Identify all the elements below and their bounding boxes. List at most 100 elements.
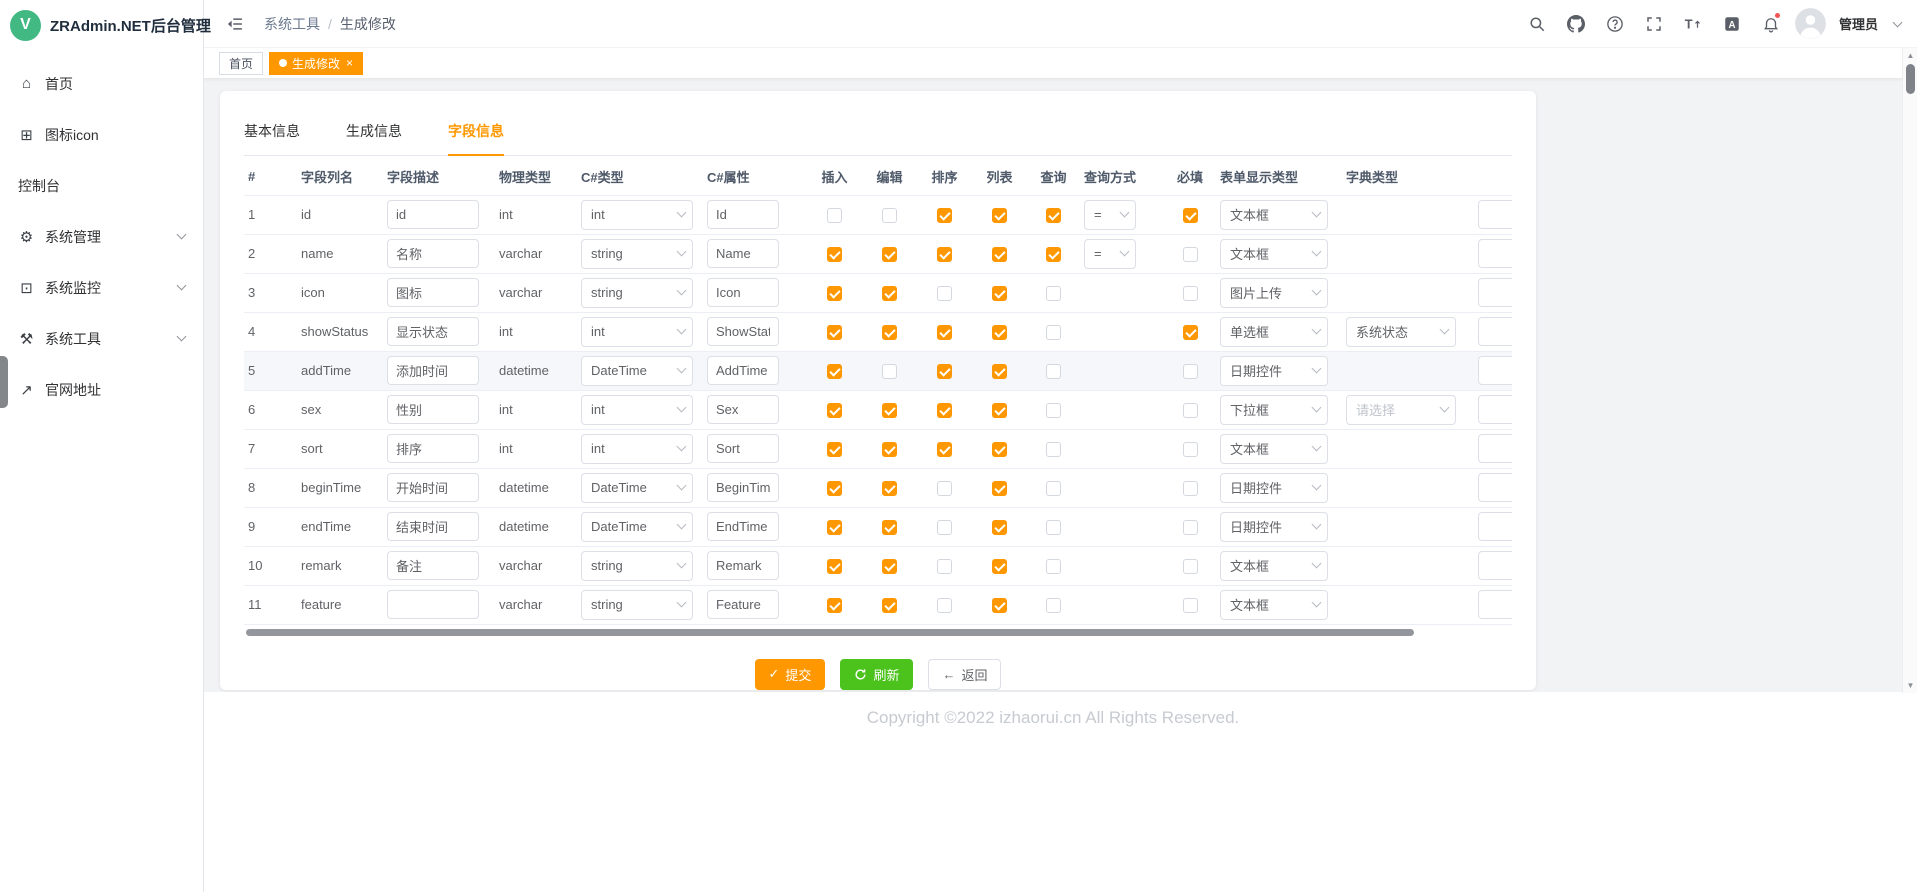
list-checkbox[interactable] — [992, 247, 1007, 262]
description-input[interactable] — [387, 239, 479, 268]
insert-checkbox[interactable] — [827, 247, 842, 262]
insert-checkbox[interactable] — [827, 208, 842, 223]
display-type-select[interactable]: 单选框 — [1220, 317, 1328, 347]
sort-checkbox[interactable] — [937, 559, 952, 574]
close-icon[interactable]: × — [346, 57, 353, 69]
required-checkbox[interactable] — [1183, 559, 1198, 574]
csharp-type-select[interactable]: string — [581, 278, 693, 308]
insert-checkbox[interactable] — [827, 559, 842, 574]
description-input[interactable] — [387, 434, 479, 463]
extra-input[interactable] — [1478, 239, 1512, 268]
description-input[interactable] — [387, 512, 479, 541]
description-input[interactable] — [387, 590, 479, 619]
extra-input[interactable] — [1478, 317, 1512, 346]
csharp-property-input[interactable] — [707, 473, 779, 502]
csharp-type-select[interactable]: int — [581, 434, 693, 464]
extra-input[interactable] — [1478, 356, 1512, 385]
extra-input[interactable] — [1478, 512, 1512, 541]
edit-checkbox[interactable] — [882, 520, 897, 535]
list-checkbox[interactable] — [992, 559, 1007, 574]
edit-checkbox[interactable] — [882, 481, 897, 496]
required-checkbox[interactable] — [1183, 364, 1198, 379]
list-checkbox[interactable] — [992, 520, 1007, 535]
display-type-select[interactable]: 下拉框 — [1220, 395, 1328, 425]
extra-input[interactable] — [1478, 551, 1512, 580]
csharp-property-input[interactable] — [707, 356, 779, 385]
extra-input[interactable] — [1478, 473, 1512, 502]
edit-checkbox[interactable] — [882, 325, 897, 340]
extra-input[interactable] — [1478, 590, 1512, 619]
refresh-button[interactable]: 刷新 — [840, 659, 913, 690]
display-type-select[interactable]: 文本框 — [1220, 551, 1328, 581]
bell-icon[interactable] — [1756, 9, 1786, 39]
vertical-scrollbar[interactable]: ▲ ▼ — [1902, 48, 1917, 693]
display-type-select[interactable]: 图片上传 — [1220, 278, 1328, 308]
edit-checkbox[interactable] — [882, 208, 897, 223]
edit-checkbox[interactable] — [882, 286, 897, 301]
required-checkbox[interactable] — [1183, 520, 1198, 535]
sidebar-item-system-monitor[interactable]: ⊡系统监控 — [0, 262, 203, 313]
csharp-property-input[interactable] — [707, 200, 779, 229]
display-type-select[interactable]: 文本框 — [1220, 239, 1328, 269]
query-checkbox[interactable] — [1046, 520, 1061, 535]
sidebar-item-icons[interactable]: ⊞图标icon — [0, 109, 203, 160]
sort-checkbox[interactable] — [937, 520, 952, 535]
horizontal-scrollbar-thumb[interactable] — [246, 629, 1414, 636]
tab-basic-info[interactable]: 基本信息 — [244, 117, 300, 155]
insert-checkbox[interactable] — [827, 364, 842, 379]
sort-checkbox[interactable] — [937, 325, 952, 340]
required-checkbox[interactable] — [1183, 208, 1198, 223]
required-checkbox[interactable] — [1183, 286, 1198, 301]
dict-type-select[interactable]: 请选择 — [1346, 395, 1456, 425]
sidebar-item-console[interactable]: 控制台 — [0, 160, 203, 211]
required-checkbox[interactable] — [1183, 325, 1198, 340]
list-checkbox[interactable] — [992, 325, 1007, 340]
display-type-select[interactable]: 文本框 — [1220, 590, 1328, 620]
csharp-type-select[interactable]: int — [581, 200, 693, 230]
csharp-type-select[interactable]: DateTime — [581, 356, 693, 386]
edit-checkbox[interactable] — [882, 598, 897, 613]
menu-fold-icon[interactable] — [220, 9, 250, 39]
csharp-property-input[interactable] — [707, 590, 779, 619]
description-input[interactable] — [387, 395, 479, 424]
csharp-property-input[interactable] — [707, 434, 779, 463]
sidebar-scrollbar-thumb[interactable] — [0, 356, 8, 408]
insert-checkbox[interactable] — [827, 520, 842, 535]
required-checkbox[interactable] — [1183, 481, 1198, 496]
font-size-icon[interactable]: T — [1678, 9, 1708, 39]
submit-button[interactable]: ✓ 提交 — [755, 659, 826, 690]
query-checkbox[interactable] — [1046, 403, 1061, 418]
csharp-type-select[interactable]: DateTime — [581, 512, 693, 542]
insert-checkbox[interactable] — [827, 403, 842, 418]
vertical-scrollbar-thumb[interactable] — [1906, 64, 1915, 94]
edit-checkbox[interactable] — [882, 442, 897, 457]
sidebar-item-official-site[interactable]: ↗官网地址 — [0, 364, 203, 415]
list-checkbox[interactable] — [992, 403, 1007, 418]
insert-checkbox[interactable] — [827, 286, 842, 301]
sidebar-item-system-management[interactable]: ⚙系统管理 — [0, 211, 203, 262]
query-mode-select[interactable]: = — [1084, 239, 1136, 269]
chevron-down-icon[interactable] — [1893, 17, 1903, 27]
fullscreen-icon[interactable] — [1639, 9, 1669, 39]
back-button[interactable]: ← 返回 — [928, 659, 1001, 690]
breadcrumb-item[interactable]: 系统工具 — [264, 14, 320, 34]
description-input[interactable] — [387, 278, 479, 307]
extra-input[interactable] — [1478, 434, 1512, 463]
sort-checkbox[interactable] — [937, 286, 952, 301]
query-checkbox[interactable] — [1046, 208, 1061, 223]
tag-home[interactable]: 首页 — [219, 52, 263, 75]
csharp-property-input[interactable] — [707, 278, 779, 307]
list-checkbox[interactable] — [992, 364, 1007, 379]
language-icon[interactable]: A — [1717, 9, 1747, 39]
insert-checkbox[interactable] — [827, 598, 842, 613]
query-checkbox[interactable] — [1046, 325, 1061, 340]
description-input[interactable] — [387, 317, 479, 346]
extra-input[interactable] — [1478, 395, 1512, 424]
sort-checkbox[interactable] — [937, 598, 952, 613]
horizontal-scrollbar[interactable] — [244, 628, 1512, 637]
sort-checkbox[interactable] — [937, 247, 952, 262]
scroll-down-arrow[interactable]: ▼ — [1903, 678, 1917, 693]
description-input[interactable] — [387, 551, 479, 580]
list-checkbox[interactable] — [992, 598, 1007, 613]
edit-checkbox[interactable] — [882, 403, 897, 418]
